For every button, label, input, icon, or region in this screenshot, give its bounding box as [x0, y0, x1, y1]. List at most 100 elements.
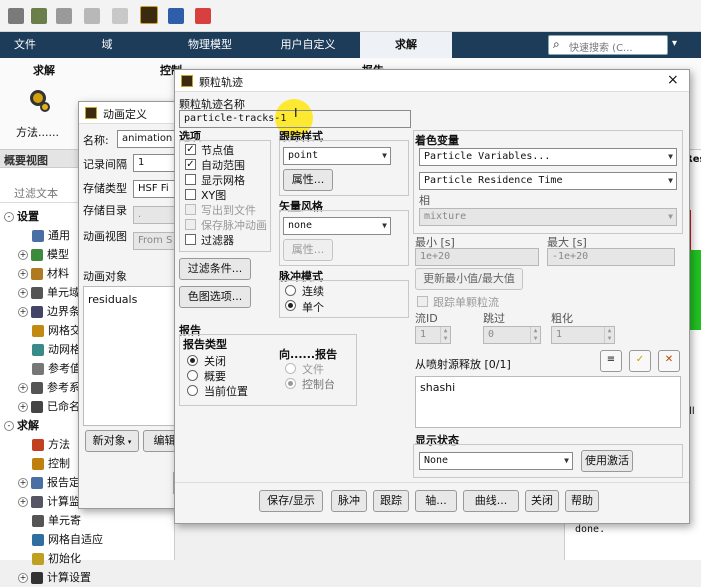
expand-icon[interactable]: + [18, 288, 28, 298]
collapse-icon[interactable]: - [4, 421, 14, 431]
close-icon[interactable]: × [667, 72, 679, 88]
option-checkbox[interactable]: ✓ [185, 144, 196, 155]
tree-item[interactable]: - 求解 [4, 417, 39, 435]
workbench-icon[interactable] [140, 6, 158, 24]
tree-item[interactable]: 控制 [32, 455, 70, 473]
methods-label[interactable]: 方法...... [16, 124, 59, 140]
view-icon[interactable] [8, 8, 24, 24]
tree-node-icon [32, 515, 44, 527]
tree-item[interactable]: - 设置 [4, 208, 39, 226]
display-state-select[interactable]: None ▼ [419, 452, 573, 470]
tree-item[interactable]: 通用 [32, 227, 70, 245]
vector-style-attributes-button[interactable]: 属性... [283, 239, 333, 261]
help-button[interactable]: 帮助 [565, 490, 599, 512]
search-placeholder: 快速搜索 (C... [569, 43, 633, 54]
tree-item[interactable]: + 模型 [18, 246, 69, 264]
cube-icon[interactable] [31, 8, 47, 24]
option-checkbox[interactable]: ✓ [185, 159, 196, 170]
tab-user-defined[interactable]: 用户自定义 [268, 32, 348, 58]
collapse-icon[interactable]: - [4, 212, 14, 222]
coarsen-stepper[interactable]: 1 ▲ ▼ [551, 326, 615, 344]
option-checkbox[interactable] [185, 174, 196, 185]
list-check-icon[interactable]: ✓ [629, 350, 651, 372]
tab-physics[interactable]: 物理模型 [175, 32, 245, 58]
max-input[interactable]: -1e+20 [547, 248, 675, 266]
curves-button[interactable]: 曲线... [463, 490, 519, 512]
tree-item[interactable]: + 参考系 [18, 379, 80, 397]
tree-item[interactable]: + 计算监 [18, 493, 80, 511]
expand-icon[interactable]: + [18, 402, 28, 412]
pulse-button[interactable]: 脉冲 [331, 490, 367, 512]
tab-file[interactable]: 文件 [0, 32, 50, 58]
list-item[interactable]: residuals [88, 293, 137, 306]
report-to-file-radio[interactable] [285, 363, 296, 374]
expand-icon[interactable]: + [18, 573, 28, 583]
injection-list[interactable]: shashi [415, 376, 681, 428]
tree-item[interactable]: 动网格 [32, 341, 81, 359]
track-style-select[interactable]: point ▼ [283, 147, 391, 165]
tree-item[interactable]: + 边界条 [18, 303, 80, 321]
tab-domain[interactable]: 域 [92, 32, 122, 58]
option-checkbox[interactable] [185, 234, 196, 245]
tree-item[interactable]: + 单元域 [18, 284, 80, 302]
track-style-attributes-button[interactable]: 属性... [283, 169, 333, 191]
fp-icon[interactable] [168, 8, 184, 24]
tree-item[interactable]: 单元寄 [32, 512, 81, 530]
expand-icon[interactable]: + [18, 269, 28, 279]
track-single-checkbox[interactable] [417, 296, 428, 307]
color-var-select[interactable]: Particle Variables... ▼ [419, 148, 677, 166]
color-var-sub-select[interactable]: Particle Residence Time ▼ [419, 172, 677, 190]
outline-title: 概要视图 [4, 154, 48, 167]
min-input[interactable]: 1e+20 [415, 248, 539, 266]
skip-stepper[interactable]: 0 ▲ ▼ [483, 326, 541, 344]
update-minmax-button[interactable]: 更新最小值/最大值 [415, 268, 523, 290]
colormap-options-button[interactable]: 色图选项... [179, 286, 251, 308]
report-summary-radio[interactable] [187, 370, 198, 381]
tree-item[interactable]: 初始化 [32, 550, 81, 568]
lightning-icon[interactable] [112, 8, 128, 24]
text-cursor-icon: I [294, 106, 298, 120]
axes-button[interactable]: 轴... [415, 490, 457, 512]
phase-select[interactable]: mixture ▼ [419, 208, 677, 226]
quick-search-input[interactable]: ⌕ 快速搜索 (C... [548, 35, 668, 55]
close-button[interactable]: 关闭 [525, 490, 559, 512]
tree-item[interactable]: 方法 [32, 436, 70, 454]
mc-icon[interactable] [195, 8, 211, 24]
stream-id-stepper[interactable]: 1 ▲ ▼ [415, 326, 451, 344]
report-position-radio[interactable] [187, 385, 198, 396]
expand-icon[interactable]: + [18, 497, 28, 507]
report-to-console-radio[interactable] [285, 378, 296, 389]
expand-icon[interactable]: + [18, 478, 28, 488]
pathline-dialog-titlebar[interactable]: 颗粒轨迹 × [175, 70, 689, 92]
expand-icon[interactable]: + [18, 383, 28, 393]
tree-item[interactable]: + 已命名 [18, 398, 80, 416]
pulse-continuous-radio[interactable] [285, 285, 296, 296]
track-button[interactable]: 跟踪 [373, 490, 409, 512]
option-checkbox[interactable] [185, 219, 196, 230]
expand-icon[interactable]: + [18, 307, 28, 317]
report-off-radio[interactable] [187, 355, 198, 366]
list-deselect-icon[interactable]: ✕ [658, 350, 680, 372]
save-display-button[interactable]: 保存/显示 [259, 490, 323, 512]
option-checkbox[interactable] [185, 189, 196, 200]
tree-item[interactable]: + 材料 [18, 265, 69, 283]
tree-item[interactable]: + 报告定 [18, 474, 80, 492]
display-icon[interactable] [56, 8, 72, 24]
pulse-single-radio[interactable] [285, 300, 296, 311]
use-active-button[interactable]: 使用激活 [581, 450, 633, 472]
option-checkbox[interactable] [185, 204, 196, 215]
expand-icon[interactable]: + [18, 250, 28, 260]
tab-solve[interactable]: 求解 [360, 32, 452, 58]
filter-conditions-button[interactable]: 过滤条件... [179, 258, 251, 280]
tree-item[interactable]: + 计算设置 [18, 569, 91, 587]
tree-item[interactable]: 网格自适应 [32, 531, 103, 549]
refresh-icon[interactable] [84, 8, 100, 24]
vector-style-select[interactable]: none ▼ [283, 217, 391, 235]
tree-item[interactable]: 网格交 [32, 322, 81, 340]
tree-item-label: 单元寄 [48, 514, 81, 527]
new-object-button[interactable]: 新对象 ▾ [85, 430, 139, 452]
tree-item[interactable]: 参考值 [32, 360, 81, 378]
list-item[interactable]: shashi [420, 381, 455, 394]
list-select-all-icon[interactable]: ≡ [600, 350, 622, 372]
search-options-icon[interactable]: ▾ [672, 38, 677, 49]
